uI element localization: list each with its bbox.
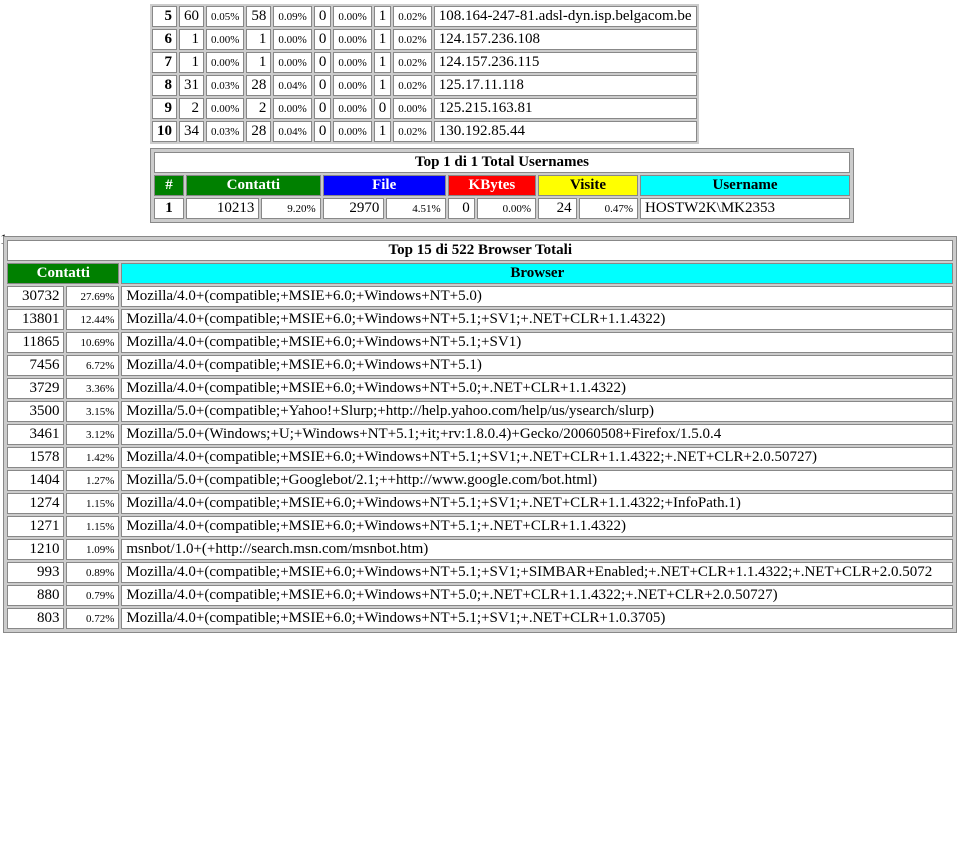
site-row: 610.00%10.00%00.00%10.02%124.157.236.108	[152, 29, 697, 50]
browser-row: 35003.15%Mozilla/5.0+(compatible;+Yahoo!…	[7, 401, 953, 422]
browser-row: 1186510.69%Mozilla/4.0+(compatible;+MSIE…	[7, 332, 953, 353]
browser-row: 34613.12%Mozilla/5.0+(Windows;+U;+Window…	[7, 424, 953, 445]
browser-row: 37293.36%Mozilla/4.0+(compatible;+MSIE+6…	[7, 378, 953, 399]
browsers-title: Top 15 di 522 Browser Totali	[7, 240, 953, 261]
browser-row: 1380112.44%Mozilla/4.0+(compatible;+MSIE…	[7, 309, 953, 330]
site-row: 8310.03%280.04%00.00%10.02%125.17.11.118	[152, 75, 697, 96]
hdr-file: File	[323, 175, 446, 196]
browser-row: 8030.72%Mozilla/4.0+(compatible;+MSIE+6.…	[7, 608, 953, 629]
site-row: 920.00%20.00%00.00%00.00%125.215.163.81	[152, 98, 697, 119]
browser-row: 3073227.69%Mozilla/4.0+(compatible;+MSIE…	[7, 286, 953, 307]
usernames-table: Top 1 di 1 Total Usernames # Contatti Fi…	[152, 150, 852, 221]
site-row: 10340.03%280.04%00.00%10.02%130.192.85.4…	[152, 121, 697, 142]
browser-row: 12741.15%Mozilla/4.0+(compatible;+MSIE+6…	[7, 493, 953, 514]
hdr-contatti-b: Contatti	[7, 263, 119, 284]
browser-row: 74566.72%Mozilla/4.0+(compatible;+MSIE+6…	[7, 355, 953, 376]
username-row: 1102139.20%29704.51%00.00%240.47%HOSTW2K…	[154, 198, 850, 219]
browser-row: 14041.27%Mozilla/5.0+(compatible;+Google…	[7, 470, 953, 491]
sites-table: 5600.05%580.09%00.00%10.02%108.164-247-8…	[150, 4, 699, 144]
hdr-username: Username	[640, 175, 850, 196]
browser-row: 15781.42%Mozilla/4.0+(compatible;+MSIE+6…	[7, 447, 953, 468]
hdr-browser: Browser	[121, 263, 953, 284]
hdr-contatti: Contatti	[186, 175, 321, 196]
browsers-table: Top 15 di 522 Browser Totali Contatti Br…	[5, 238, 955, 631]
browser-row: 9930.89%Mozilla/4.0+(compatible;+MSIE+6.…	[7, 562, 953, 583]
hdr-kbytes: KBytes	[448, 175, 536, 196]
browser-row: 8800.79%Mozilla/4.0+(compatible;+MSIE+6.…	[7, 585, 953, 606]
usernames-title: Top 1 di 1 Total Usernames	[154, 152, 850, 173]
site-row: 710.00%10.00%00.00%10.02%124.157.236.115	[152, 52, 697, 73]
hdr-rank: #	[154, 175, 184, 196]
hdr-visite: Visite	[538, 175, 638, 196]
browser-row: 12101.09%msnbot/1.0+(+http://search.msn.…	[7, 539, 953, 560]
site-row: 5600.05%580.09%00.00%10.02%108.164-247-8…	[152, 6, 697, 27]
browser-row: 12711.15%Mozilla/4.0+(compatible;+MSIE+6…	[7, 516, 953, 537]
